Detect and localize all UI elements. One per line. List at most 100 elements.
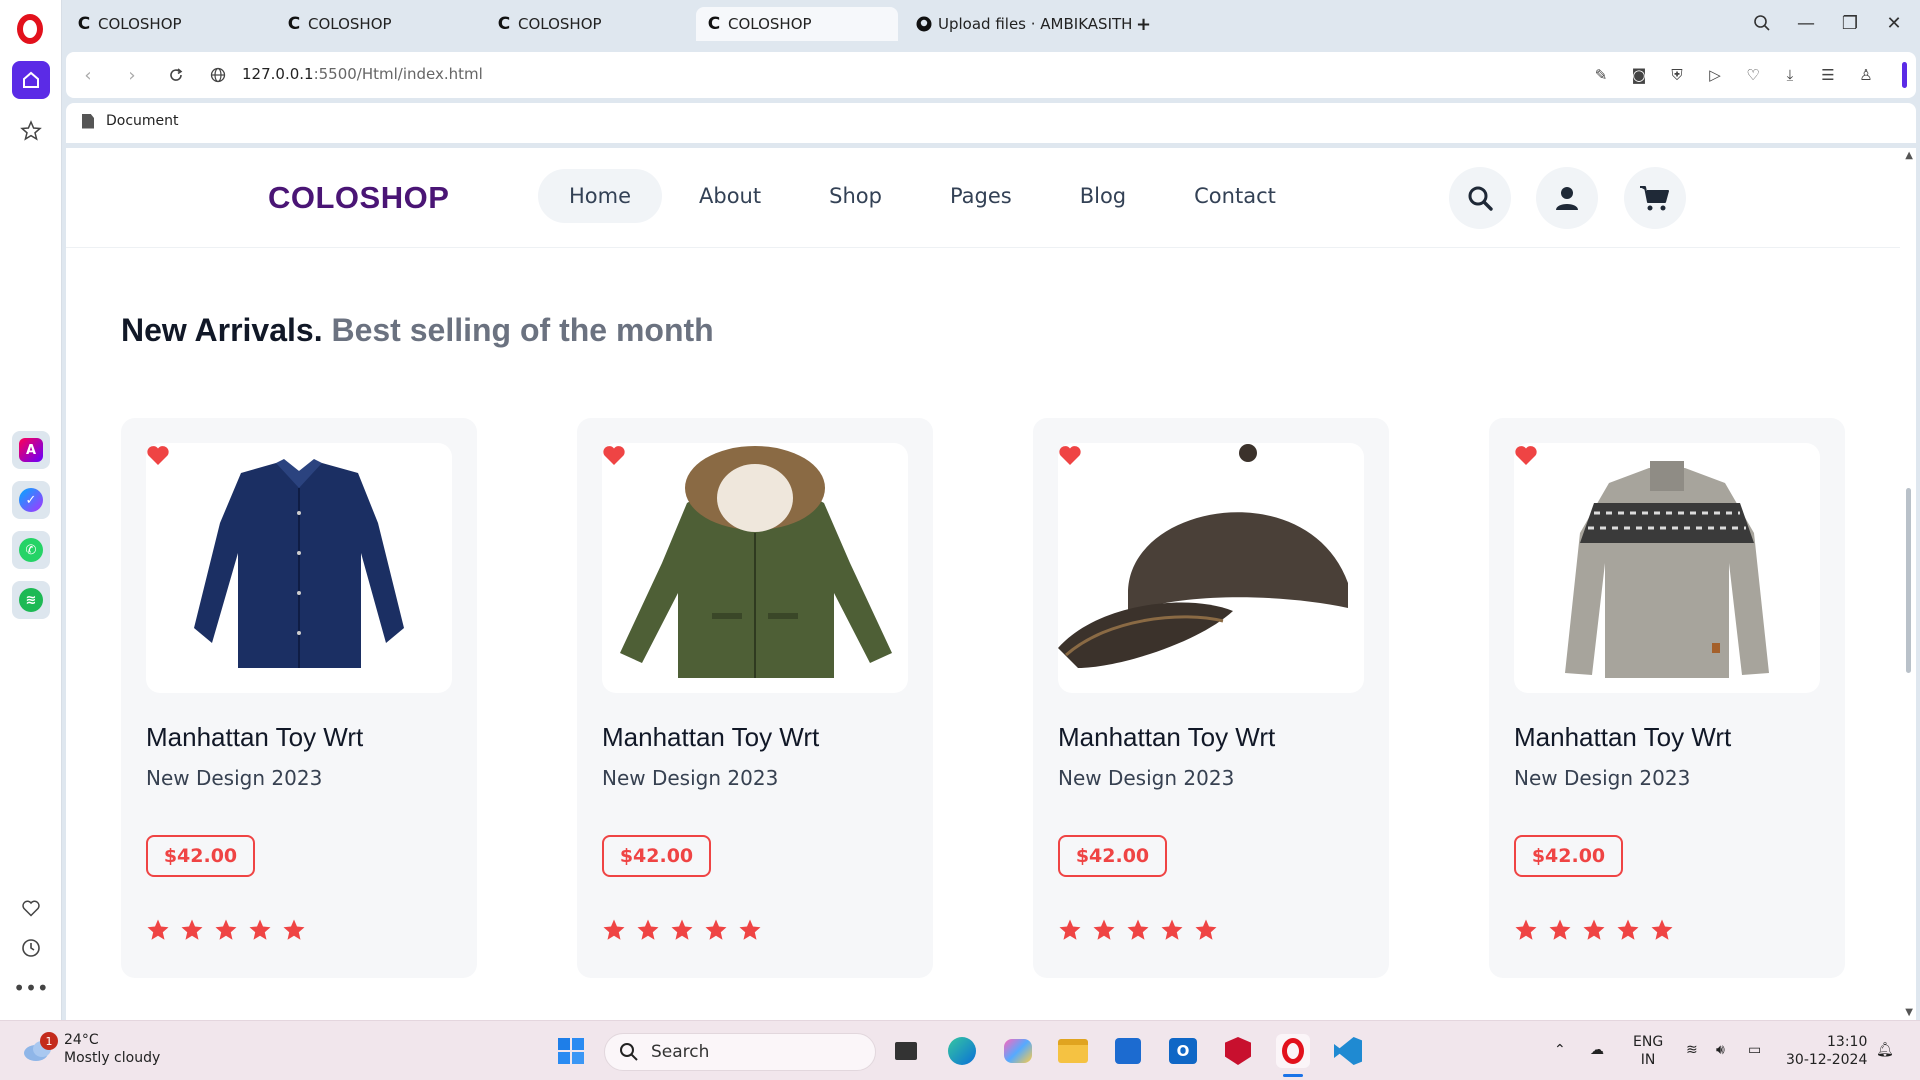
product-name[interactable]: Manhattan Toy Wrt	[146, 722, 363, 753]
product-image-brown-cap[interactable]	[1058, 443, 1364, 693]
github-icon	[916, 16, 932, 32]
aria-app-icon[interactable]: A	[12, 431, 50, 469]
account-button[interactable]	[1536, 167, 1598, 229]
product-price[interactable]: $42.00	[146, 835, 255, 877]
nav-shop[interactable]: Shop	[798, 169, 913, 223]
tab-title: COLOSHOP	[98, 15, 182, 33]
windows-start-icon[interactable]	[554, 1034, 588, 1068]
bookmarks-star-icon[interactable]	[12, 112, 50, 150]
more-dots-icon[interactable]: •••	[12, 969, 50, 1007]
product-card[interactable]: Manhattan Toy Wrt New Design 2023 $42.00	[577, 418, 933, 978]
tab-3[interactable]: C COLOSHOP	[486, 7, 686, 41]
product-price[interactable]: $42.00	[602, 835, 711, 877]
weather-widget[interactable]: 1 24°C Mostly cloudy	[22, 1031, 160, 1067]
home-icon[interactable]	[12, 61, 50, 99]
minimize-icon[interactable]: —	[1791, 10, 1821, 36]
product-card[interactable]: Manhattan Toy Wrt New Design 2023 $42.00	[1033, 418, 1389, 978]
scroll-down-icon[interactable]: ▼	[1905, 1007, 1913, 1018]
sidebar-toggle-indicator[interactable]	[1902, 62, 1907, 88]
profile-icon[interactable]: ♙	[1855, 64, 1877, 86]
product-name[interactable]: Manhattan Toy Wrt	[602, 722, 819, 753]
product-card[interactable]: Manhattan Toy Wrt New Design 2023 $42.00	[121, 418, 477, 978]
microsoft-store-icon[interactable]	[1111, 1034, 1145, 1068]
rating-stars	[1058, 918, 1228, 942]
camera-snapshot-icon[interactable]: ◙	[1628, 64, 1650, 86]
bookmark-document[interactable]: Document	[82, 113, 179, 129]
opera-taskbar-icon[interactable]	[1276, 1034, 1310, 1068]
edge-icon[interactable]	[945, 1034, 979, 1068]
cart-button[interactable]	[1624, 167, 1686, 229]
file-explorer-icon[interactable]	[1056, 1034, 1090, 1068]
product-image-navy-shirt[interactable]	[146, 443, 452, 693]
star-icon	[739, 919, 761, 940]
clock[interactable]: 13:10 30-12-2024	[1786, 1033, 1867, 1069]
favorite-heart-icon[interactable]: ♡	[1742, 64, 1764, 86]
maximize-icon[interactable]: ❐	[1835, 10, 1865, 36]
nav-home[interactable]: Home	[538, 169, 663, 223]
wishlist-heart-icon[interactable]	[602, 443, 626, 467]
page-scrollbar[interactable]: ▲ ▼	[1900, 148, 1916, 1020]
rating-stars	[1514, 918, 1684, 942]
history-clock-icon[interactable]	[12, 929, 50, 967]
wishlist-heart-icon[interactable]	[1514, 443, 1538, 467]
tab-bar: C COLOSHOP C COLOSHOP C COLOSHOP C COLOS…	[62, 0, 1920, 46]
user-icon	[1556, 187, 1578, 210]
opera-logo-icon[interactable]	[17, 14, 43, 44]
language-indicator[interactable]: ENG IN	[1633, 1033, 1663, 1069]
product-name[interactable]: Manhattan Toy Wrt	[1514, 722, 1731, 753]
tray-onedrive-icon[interactable]: ☁	[1590, 1041, 1604, 1059]
tab-1[interactable]: C COLOSHOP	[66, 7, 266, 41]
outlook-icon[interactable]: O	[1166, 1034, 1200, 1068]
product-price[interactable]: $42.00	[1058, 835, 1167, 877]
scroll-thumb[interactable]	[1906, 488, 1911, 673]
tray-expand-icon[interactable]: ⌃	[1554, 1041, 1566, 1059]
star-icon	[671, 919, 693, 940]
product-card[interactable]: Manhattan Toy Wrt New Design 2023 $42.00	[1489, 418, 1845, 978]
close-icon[interactable]: ✕	[1879, 10, 1909, 36]
wishlist-heart-icon[interactable]	[146, 443, 170, 467]
vscode-icon[interactable]	[1331, 1034, 1365, 1068]
nav-pages[interactable]: Pages	[919, 169, 1043, 223]
ad-block-shield-icon[interactable]: ⛨	[1666, 64, 1688, 86]
battery-icon[interactable]: ▭	[1748, 1041, 1761, 1059]
product-image-green-parka[interactable]	[602, 443, 908, 693]
url-host: 127.0.0.1	[242, 65, 314, 83]
url-field[interactable]: 127.0.0.1:5500/Html/index.html	[242, 65, 483, 83]
mcafee-icon[interactable]	[1221, 1034, 1255, 1068]
product-image-grey-sweater[interactable]	[1514, 443, 1820, 693]
search-button[interactable]	[1449, 167, 1511, 229]
volume-icon[interactable]: 🔊︎	[1716, 1041, 1725, 1059]
nav-blog[interactable]: Blog	[1049, 169, 1157, 223]
whatsapp-icon[interactable]: ✆	[12, 531, 50, 569]
scroll-up-icon[interactable]: ▲	[1905, 150, 1913, 161]
back-icon[interactable]: ‹	[74, 61, 102, 89]
wishlist-heart-icon[interactable]	[1058, 443, 1082, 467]
heart-icon[interactable]	[12, 889, 50, 927]
coloshop-favicon-icon: C	[497, 14, 511, 34]
nav-contact[interactable]: Contact	[1163, 169, 1307, 223]
edit-icon[interactable]: ✎	[1590, 64, 1612, 86]
new-tab-button[interactable]: +	[1126, 7, 1161, 41]
site-logo[interactable]: COLOSHOP	[268, 180, 449, 216]
tab-4-active[interactable]: C COLOSHOP	[696, 7, 898, 41]
spotify-icon[interactable]: ≋	[12, 581, 50, 619]
site-info-globe-icon[interactable]	[204, 61, 232, 89]
download-icon[interactable]: ⤓	[1779, 64, 1801, 86]
player-icon[interactable]: ▷	[1704, 64, 1726, 86]
forward-icon[interactable]: ›	[118, 61, 146, 89]
nav-about[interactable]: About	[668, 169, 792, 223]
reload-icon[interactable]	[162, 61, 190, 89]
easy-setup-icon[interactable]: ☰	[1817, 64, 1839, 86]
task-view-icon[interactable]	[889, 1034, 923, 1068]
product-name[interactable]: Manhattan Toy Wrt	[1058, 722, 1275, 753]
product-price[interactable]: $42.00	[1514, 835, 1623, 877]
star-icon	[147, 919, 169, 940]
wifi-icon[interactable]: ≋	[1686, 1041, 1698, 1059]
notification-bell-icon[interactable]: 🔔︎	[1876, 1041, 1894, 1059]
clock-time: 13:10	[1827, 1034, 1868, 1050]
taskbar-search[interactable]: Search	[604, 1033, 876, 1071]
copilot-icon[interactable]	[1001, 1034, 1035, 1068]
search-tabs-icon[interactable]	[1747, 10, 1777, 36]
messenger-icon[interactable]: ✓	[12, 481, 50, 519]
tab-2[interactable]: C COLOSHOP	[276, 7, 476, 41]
